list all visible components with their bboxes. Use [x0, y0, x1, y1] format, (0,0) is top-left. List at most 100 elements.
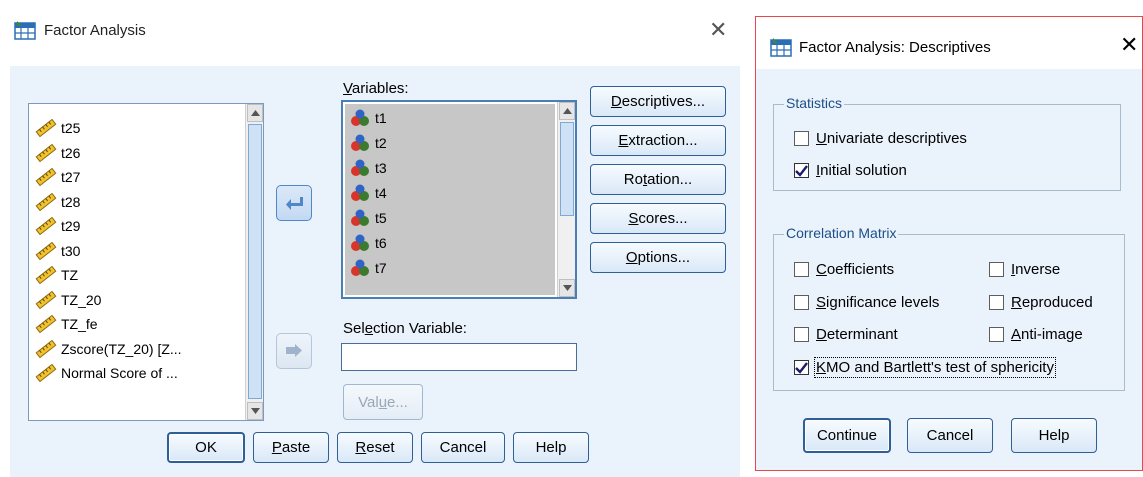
three-balls-icon	[351, 234, 369, 251]
kmo-label: KMO and Bartlett's test of sphericity	[814, 357, 1056, 378]
variables-list-item[interactable]: t3	[349, 156, 387, 180]
initial-solution-checkbox-row[interactable]: Initial solution	[794, 162, 907, 179]
scroll-up-arrow[interactable]	[559, 102, 575, 120]
variables-list-item[interactable]: t6	[349, 231, 387, 255]
scroll-thumb[interactable]	[248, 124, 262, 399]
main-titlebar: Factor Analysis ✕	[0, 0, 746, 50]
coefficients-checkbox[interactable]	[794, 262, 809, 277]
source-variable-list[interactable]: t25 t26 t27 t28 t29 t30 TZ TZ_20 TZ_fe Zscore(TZ_…	[28, 103, 264, 421]
variables-list-item[interactable]: t2	[349, 131, 387, 155]
kmo-checkbox-row[interactable]: KMO and Bartlett's test of sphericity	[794, 357, 1056, 378]
descriptives-titlebar: Factor Analysis: Descriptives ✕	[756, 17, 1142, 69]
scroll-thumb[interactable]	[560, 122, 574, 216]
variables-list-item[interactable]: t1	[349, 106, 387, 130]
scroll-down-arrow[interactable]	[559, 279, 575, 297]
cancel-button[interactable]: Cancel	[907, 418, 993, 453]
three-balls-icon	[351, 209, 369, 226]
three-balls-icon	[351, 259, 369, 276]
variable-name: t25	[61, 120, 81, 136]
ruler-pencil-icon	[35, 339, 57, 358]
paste-button[interactable]: Paste	[253, 432, 329, 463]
arrow-left-icon	[286, 197, 303, 210]
ruler-pencil-icon	[35, 241, 57, 260]
descriptives-button[interactable]: Descriptives...	[590, 86, 726, 117]
inverse-checkbox[interactable]	[989, 262, 1004, 277]
inverse-checkbox-row[interactable]: Inverse	[989, 261, 1060, 278]
source-list-item[interactable]: t29	[35, 214, 80, 238]
move-to-variables-button[interactable]	[276, 185, 312, 221]
univariate-checkbox[interactable]	[794, 131, 809, 146]
variables-list-item[interactable]: t4	[349, 181, 387, 205]
variable-name: t27	[61, 169, 81, 185]
univariate-label: Univariate descriptives	[816, 130, 967, 147]
determinant-label: Determinant	[816, 326, 898, 343]
help-button[interactable]: Help	[1011, 418, 1097, 453]
source-list-item[interactable]: t25	[35, 116, 80, 140]
source-list-item[interactable]: Normal Score of ...	[35, 361, 178, 385]
variables-list-item[interactable]: t5	[349, 206, 387, 230]
source-list-item[interactable]: TZ_20	[35, 288, 101, 312]
variables-list-scrollbar[interactable]	[557, 102, 575, 297]
ruler-pencil-icon	[35, 119, 57, 137]
variable-name: t29	[61, 218, 81, 234]
value-button[interactable]: Val u e...	[343, 384, 423, 420]
three-balls-icon	[351, 134, 369, 151]
options-button[interactable]: Options...	[590, 242, 726, 273]
cancel-button[interactable]: Cancel	[421, 432, 505, 463]
scroll-up-arrow[interactable]	[247, 104, 263, 122]
rotation-button[interactable]: Ro t ation...	[590, 164, 726, 195]
close-icon[interactable]: ✕	[1120, 33, 1138, 58]
variable-name: TZ	[61, 267, 79, 283]
correlation-group-title: Correlation Matrix	[784, 225, 899, 241]
chevron-down-icon	[250, 408, 260, 414]
move-to-selection-button[interactable]	[276, 333, 312, 369]
variable-name: TZ_fe	[61, 316, 98, 332]
ok-button[interactable]: OK	[167, 432, 245, 463]
source-list-scrollbar[interactable]	[245, 104, 263, 420]
variable-name: t3	[375, 160, 387, 176]
variables-label-rest: ariables:	[351, 80, 409, 97]
initial-solution-checkbox[interactable]	[794, 163, 809, 178]
inverse-label: Inverse	[1011, 261, 1061, 278]
continue-button[interactable]: Continue	[803, 418, 891, 453]
ruler-pencil-icon	[35, 217, 57, 235]
determinant-checkbox-row[interactable]: Determinant	[794, 326, 898, 343]
source-list-item[interactable]: TZ	[35, 263, 78, 287]
scores-button[interactable]: Scores...	[590, 203, 726, 234]
reproduced-checkbox[interactable]	[989, 295, 1004, 310]
reproduced-checkbox-row[interactable]: Reproduced	[989, 294, 1093, 311]
reset-button[interactable]: Reset	[337, 432, 413, 463]
variables-list-item[interactable]: t7	[349, 256, 387, 280]
help-button[interactable]: Help	[513, 432, 589, 463]
source-list-item[interactable]: t28	[35, 190, 80, 214]
source-list-item[interactable]: t27	[35, 165, 80, 189]
variable-name: Zscore(TZ_20) [Z...	[61, 340, 182, 357]
three-balls-icon	[351, 159, 369, 176]
close-icon[interactable]: ✕	[709, 18, 727, 43]
significance-checkbox-row[interactable]: Significance levels	[794, 294, 939, 311]
factor-analysis-dialog: Factor Analysis ✕ t25 t26 t27 t28 t29 t30 TZ TZ…	[0, 0, 746, 477]
variable-name: t7	[375, 260, 387, 276]
reproduced-label: Reproduced	[1011, 294, 1093, 311]
kmo-checkbox[interactable]	[794, 360, 809, 375]
significance-checkbox[interactable]	[794, 295, 809, 310]
variables-list[interactable]: t1 t2 t3 t4 t5 t6 t7	[341, 100, 577, 299]
chevron-down-icon	[562, 285, 572, 291]
source-list-item[interactable]: Zscore(TZ_20) [Z...	[35, 337, 182, 361]
coefficients-checkbox-row[interactable]: Coefficients	[794, 261, 894, 278]
anti-image-checkbox[interactable]	[989, 327, 1004, 342]
initial-solution-label: Initial solution	[816, 162, 907, 179]
source-list-item[interactable]: t30	[35, 239, 80, 263]
ruler-pencil-icon	[35, 143, 57, 162]
source-list-item[interactable]: TZ_fe	[35, 312, 98, 336]
variable-name: TZ_20	[61, 291, 102, 308]
determinant-checkbox[interactable]	[794, 327, 809, 342]
univariate-checkbox-row[interactable]: Univariate descriptives	[794, 130, 967, 147]
source-list-item[interactable]: t26	[35, 141, 80, 165]
scroll-down-arrow[interactable]	[247, 402, 263, 420]
selection-variable-input[interactable]	[341, 343, 577, 371]
spss-table-icon	[770, 38, 792, 57]
variable-name: t5	[375, 210, 387, 226]
extraction-button[interactable]: Extraction...	[590, 125, 726, 156]
anti-image-checkbox-row[interactable]: Anti-image	[989, 326, 1083, 343]
